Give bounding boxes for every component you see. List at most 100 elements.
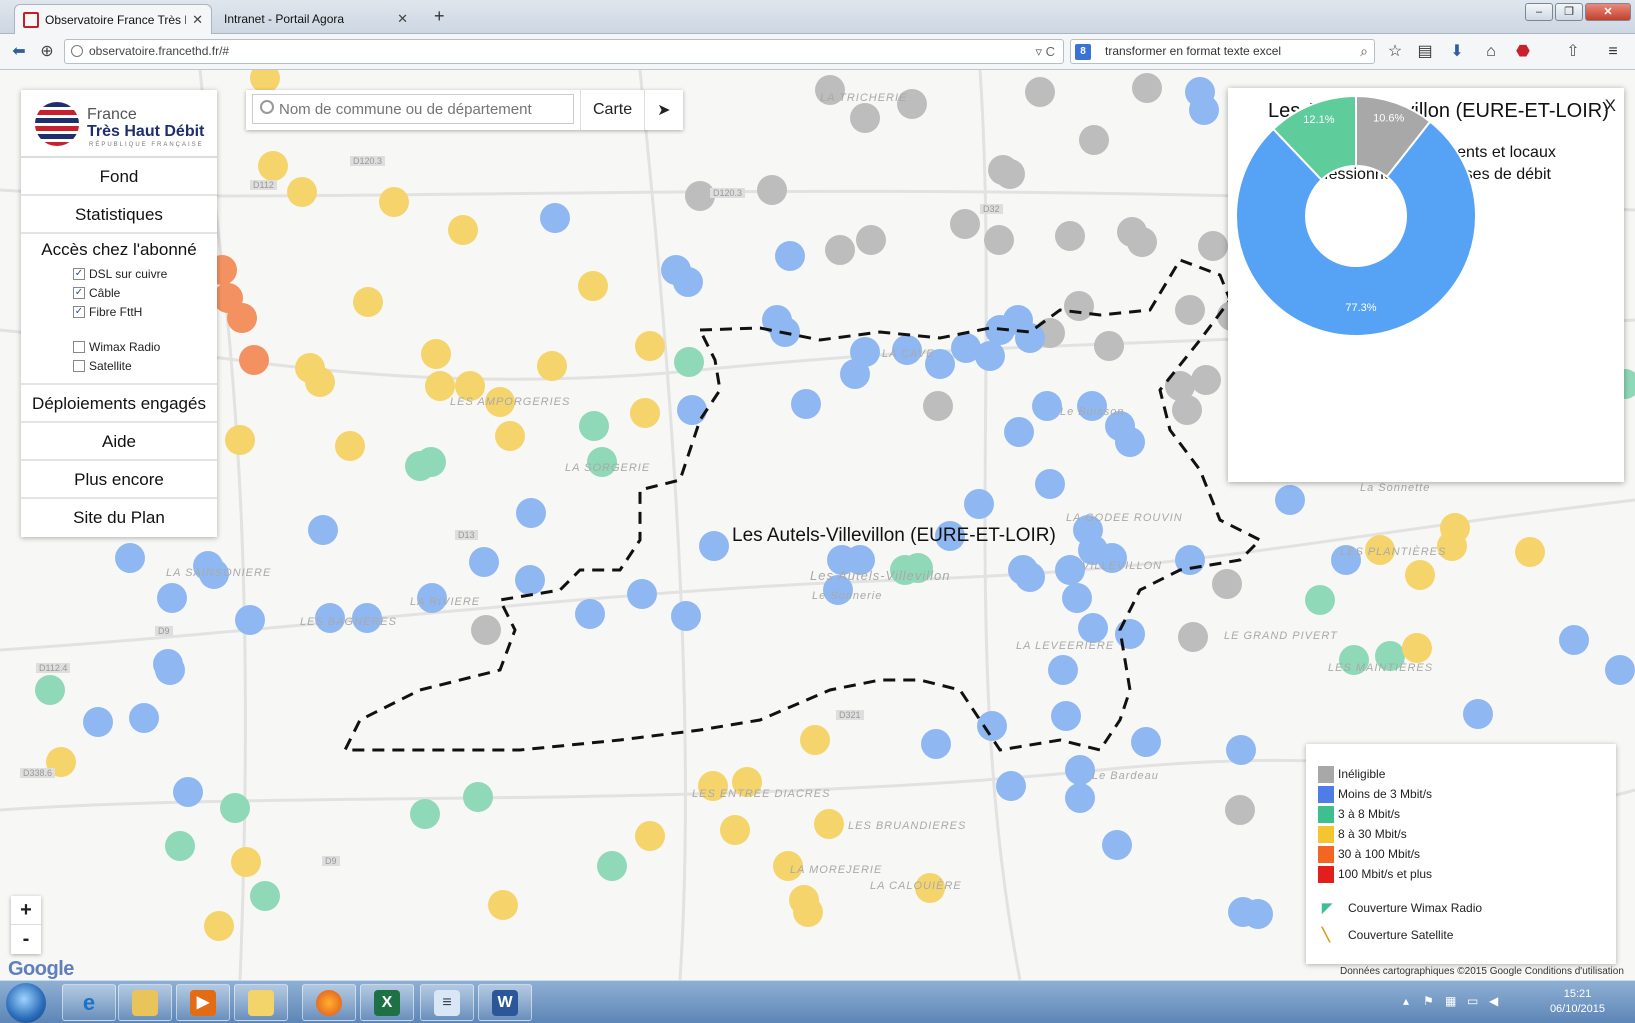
- search-engine-icon[interactable]: 8: [1075, 44, 1091, 60]
- coverage-dot[interactable]: [1048, 655, 1078, 685]
- close-tab-icon[interactable]: ✕: [397, 11, 408, 27]
- network-icon[interactable]: ▦: [1445, 994, 1459, 1010]
- coverage-dot[interactable]: [814, 809, 844, 839]
- checkbox-checked-icon[interactable]: ✓: [73, 305, 85, 318]
- coverage-dot[interactable]: [1243, 899, 1273, 929]
- coverage-dot[interactable]: [975, 341, 1005, 371]
- coverage-dot[interactable]: [597, 851, 627, 881]
- carte-button[interactable]: Carte: [580, 90, 644, 130]
- coverage-dot[interactable]: [129, 703, 159, 733]
- coverage-dot[interactable]: [775, 241, 805, 271]
- coverage-dot[interactable]: [1055, 221, 1085, 251]
- coverage-dot[interactable]: [540, 203, 570, 233]
- commune-search-input[interactable]: [252, 94, 574, 124]
- adblock-icon[interactable]: ⬣: [1512, 41, 1534, 63]
- coverage-dot[interactable]: [635, 331, 665, 361]
- coverage-dot[interactable]: [258, 151, 288, 181]
- tab-intranet[interactable]: Intranet - Portail Agora ✕: [216, 4, 416, 34]
- coverage-dot[interactable]: [1055, 555, 1085, 585]
- coverage-dot[interactable]: [1051, 701, 1081, 731]
- zoom-in-button[interactable]: +: [11, 896, 41, 925]
- coverage-dot[interactable]: [287, 177, 317, 207]
- firefox-taskbar-icon[interactable]: [302, 984, 356, 1021]
- coverage-dot[interactable]: [1405, 560, 1435, 590]
- sync-icon[interactable]: ⇧: [1562, 41, 1584, 63]
- coverage-dot[interactable]: [1225, 795, 1255, 825]
- coverage-dot[interactable]: [469, 547, 499, 577]
- start-button[interactable]: [6, 983, 46, 1023]
- coverage-dot[interactable]: [1198, 231, 1228, 261]
- coverage-dot[interactable]: [1065, 755, 1095, 785]
- coverage-dot[interactable]: [1035, 469, 1065, 499]
- checkbox-checked-icon[interactable]: ✓: [73, 286, 85, 299]
- coverage-dot[interactable]: [1559, 625, 1589, 655]
- identity-icon[interactable]: ⊕: [36, 41, 58, 63]
- coverage-dot[interactable]: [1189, 95, 1219, 125]
- volume-icon[interactable]: ◀: [1489, 994, 1503, 1010]
- france-thd-logo[interactable]: France Très Haut Débit RÉPUBLIQUE FRANÇA…: [21, 90, 217, 158]
- coverage-dot[interactable]: [720, 815, 750, 845]
- coverage-dot[interactable]: [1175, 295, 1205, 325]
- coverage-dot[interactable]: [448, 215, 478, 245]
- menu-plus[interactable]: Plus encore: [21, 461, 217, 499]
- coverage-dot[interactable]: [410, 799, 440, 829]
- coverage-dot[interactable]: [231, 847, 261, 877]
- coverage-dot[interactable]: [1015, 323, 1045, 353]
- tray-expand-icon[interactable]: ▴: [1403, 994, 1417, 1010]
- map-canvas[interactable]: LA TRICHERIE LA CAVE LA SORGERIE LA SAIN…: [0, 70, 1635, 980]
- coverage-dot[interactable]: [225, 425, 255, 455]
- reload-icon[interactable]: ▿ C: [1035, 40, 1055, 63]
- coverage-dot[interactable]: [677, 395, 707, 425]
- coverage-dot[interactable]: [578, 271, 608, 301]
- explorer-taskbar-icon[interactable]: [118, 984, 172, 1021]
- checkbox-dsl[interactable]: ✓ DSL sur cuivre: [73, 264, 217, 283]
- checkbox-cable[interactable]: ✓ Câble: [73, 283, 217, 302]
- coverage-dot[interactable]: [488, 890, 518, 920]
- coverage-dot[interactable]: [35, 675, 65, 705]
- bookmarks-list-icon[interactable]: ▤: [1414, 41, 1436, 63]
- coverage-dot[interactable]: [791, 389, 821, 419]
- coverage-dot[interactable]: [1078, 613, 1108, 643]
- checkbox-satellite[interactable]: Satellite: [73, 356, 217, 375]
- checkbox-checked-icon[interactable]: ✓: [73, 267, 85, 280]
- coverage-dot[interactable]: [204, 911, 234, 941]
- coverage-dot[interactable]: [155, 655, 185, 685]
- menu-site-plan[interactable]: Site du Plan: [21, 499, 217, 537]
- coverage-dot[interactable]: [995, 159, 1025, 189]
- coverage-dot[interactable]: [353, 287, 383, 317]
- coverage-dot[interactable]: [921, 729, 951, 759]
- coverage-dot[interactable]: [83, 707, 113, 737]
- browser-search-box[interactable]: 8 transformer en format texte excel ⌕: [1070, 39, 1375, 64]
- coverage-dot[interactable]: [1079, 125, 1109, 155]
- coverage-dot[interactable]: [923, 391, 953, 421]
- coverage-dot[interactable]: [1275, 485, 1305, 515]
- coverage-dot[interactable]: [416, 447, 446, 477]
- coverage-dot[interactable]: [379, 187, 409, 217]
- acces-title[interactable]: Accès chez l'abonné: [21, 234, 217, 260]
- coverage-dot[interactable]: [1515, 537, 1545, 567]
- coverage-dot[interactable]: [1131, 727, 1161, 757]
- map-attribution[interactable]: Données cartographiques ©2015 Google Con…: [1340, 966, 1624, 977]
- coverage-dot[interactable]: [1463, 699, 1493, 729]
- coverage-dot[interactable]: [1015, 562, 1045, 592]
- coverage-dot[interactable]: [856, 225, 886, 255]
- google-logo[interactable]: Google: [8, 958, 74, 980]
- paint-taskbar-icon[interactable]: [234, 984, 288, 1021]
- coverage-dot[interactable]: [1102, 830, 1132, 860]
- coverage-dot[interactable]: [227, 303, 257, 333]
- coverage-dot[interactable]: [840, 359, 870, 389]
- coverage-dot[interactable]: [515, 565, 545, 595]
- checkbox-unchecked-icon[interactable]: [73, 359, 85, 372]
- coverage-dot[interactable]: [800, 725, 830, 755]
- excel-taskbar-icon[interactable]: X: [360, 984, 414, 1021]
- coverage-dot[interactable]: [1004, 417, 1034, 447]
- coverage-dot[interactable]: [1127, 227, 1157, 257]
- coverage-dot[interactable]: [235, 605, 265, 635]
- coverage-dot[interactable]: [305, 367, 335, 397]
- checkbox-wimax[interactable]: Wimax Radio: [73, 337, 217, 356]
- coverage-dot[interactable]: [495, 421, 525, 451]
- coverage-dot[interactable]: [1402, 633, 1432, 663]
- bookmark-star-icon[interactable]: ☆: [1384, 41, 1406, 63]
- coverage-dot[interactable]: [537, 351, 567, 381]
- coverage-dot[interactable]: [516, 498, 546, 528]
